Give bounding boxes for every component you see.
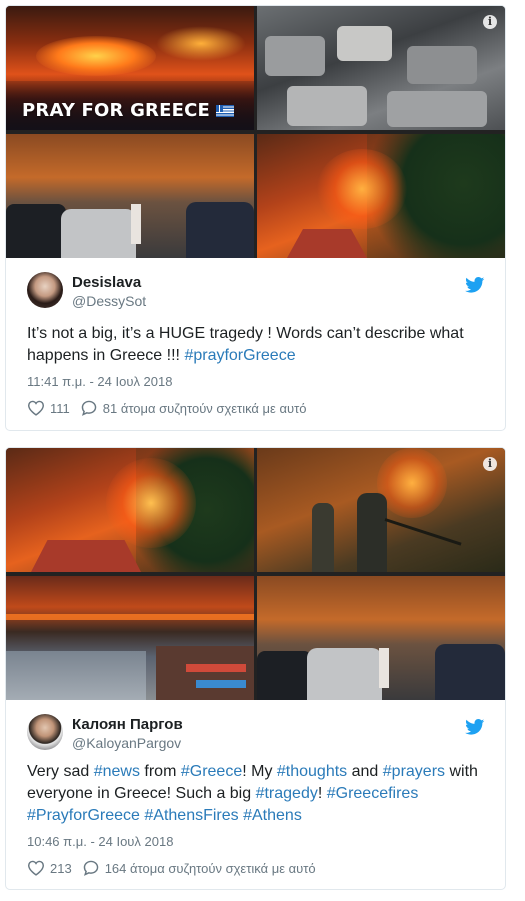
tweet-text-segment: Very sad: [27, 763, 94, 780]
avatar[interactable]: [27, 272, 63, 308]
heart-icon: [27, 400, 45, 416]
hashtag-link[interactable]: #prayers: [383, 763, 445, 780]
hashtag-link[interactable]: #Greece: [181, 763, 242, 780]
house-fire-photo[interactable]: [257, 134, 505, 258]
fire-hillside-photo[interactable]: PRAY FOR GREECE: [6, 6, 254, 130]
info-icon[interactable]: i: [483, 15, 497, 29]
tweet-text-segment: !: [317, 785, 327, 802]
like-count: 111: [50, 400, 70, 416]
display-name[interactable]: Desislava: [72, 274, 146, 291]
hashtag-link[interactable]: #thoughts: [277, 763, 347, 780]
firefighters-photo[interactable]: i: [257, 448, 505, 572]
tweet-timestamp[interactable]: 11:41 π.μ. - 24 Ιουλ 2018: [27, 374, 172, 389]
tweet-card[interactable]: i Калоян Паргов @KaloyanPargov Very sad …: [5, 447, 506, 890]
like-action[interactable]: 111: [27, 400, 70, 416]
tweet-text: It’s not a big, it’s a HUGE tragedy ! Wo…: [27, 323, 485, 367]
reply-bubble-icon: [83, 860, 98, 876]
tweet-timestamp[interactable]: 10:46 π.μ. - 24 Ιουλ 2018: [27, 834, 173, 849]
reply-bubble-icon: [81, 400, 97, 416]
reply-action[interactable]: 81 άτομα συζητούν σχετικά με αυτό: [80, 400, 307, 416]
traffic-jam-photo[interactable]: [6, 134, 254, 258]
tweet-text-segment: ! My: [242, 763, 277, 780]
hashtag-link[interactable]: #Greecefires: [327, 785, 419, 802]
reply-count-text: 81 άτομα συζητούν σχετικά με αυτό: [102, 400, 307, 416]
house-fire-photo[interactable]: [6, 448, 254, 572]
info-icon[interactable]: i: [483, 457, 497, 471]
tweet-media-grid[interactable]: PRAY FOR GREECE i: [6, 6, 505, 258]
twitter-bird-icon[interactable]: [465, 277, 485, 293]
like-action[interactable]: 213: [27, 860, 72, 876]
like-count: 213: [50, 860, 72, 876]
heart-icon: [27, 860, 45, 876]
beach-fire-photo[interactable]: [6, 576, 254, 700]
tweet-actions: 213 164 άτομα συζητούν σχετικά με αυτό: [27, 860, 326, 876]
tweet-actions: 111 81 άτομα συζητούν σχετικά με αυτό: [27, 400, 316, 416]
display-name[interactable]: Калоян Паргов: [72, 716, 183, 733]
tweet-text-segment: from: [139, 763, 181, 780]
hashtag-link[interactable]: #Athens: [243, 807, 302, 824]
hashtag-link[interactable]: #tragedy: [256, 785, 318, 802]
hashtag-link[interactable]: #AthensFires: [144, 807, 238, 824]
traffic-jam-photo[interactable]: [257, 576, 505, 700]
tweet-text-segment: and: [347, 763, 383, 780]
tweet-text: Very sad #news from #Greece! My #thought…: [27, 761, 485, 827]
burned-cars-photo[interactable]: i: [257, 6, 505, 130]
tweet-card[interactable]: PRAY FOR GREECE i Desislava @DessySot It…: [5, 5, 506, 431]
reply-action[interactable]: 164 άτομα συζητούν σχετικά με αυτό: [82, 860, 316, 876]
greek-flag-icon: [216, 105, 235, 117]
avatar[interactable]: [27, 714, 63, 750]
tweet-media-grid[interactable]: i: [6, 448, 505, 700]
reply-count-text: 164 άτομα συζητούν σχετικά με αυτό: [104, 860, 316, 876]
hashtag-link[interactable]: #PrayforGreece: [27, 807, 140, 824]
pray-for-greece-overlay: PRAY FOR GREECE: [22, 100, 235, 121]
user-handle[interactable]: @DessySot: [72, 293, 146, 309]
hashtag-link[interactable]: #news: [94, 763, 140, 780]
twitter-bird-icon[interactable]: [465, 719, 485, 735]
user-handle[interactable]: @KaloyanPargov: [72, 735, 183, 751]
hashtag-link[interactable]: #prayforGreece: [184, 347, 295, 364]
